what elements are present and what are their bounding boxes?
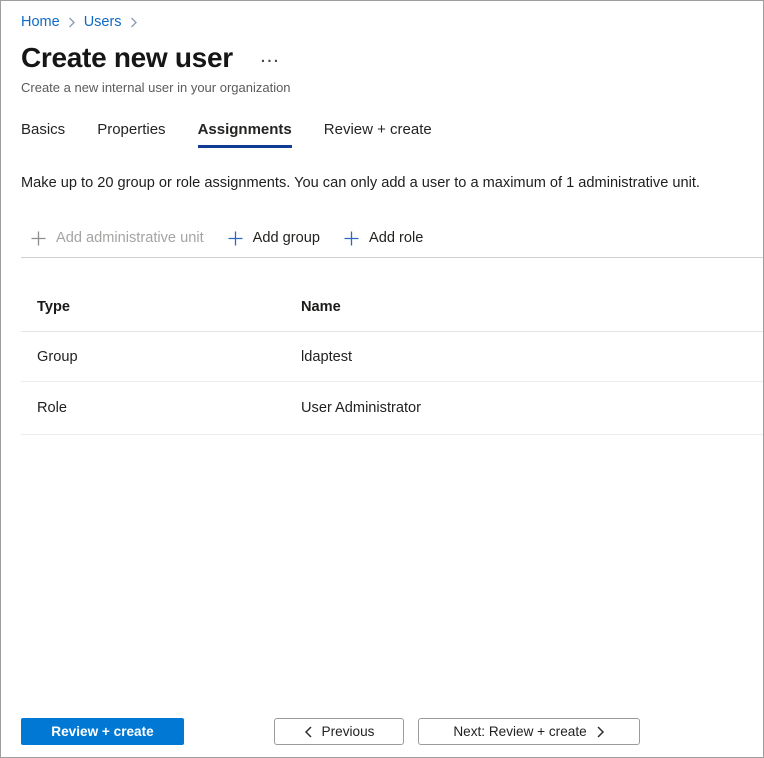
cell-type: Group [37, 348, 78, 365]
add-group-button[interactable]: Add group [228, 230, 320, 246]
column-header-type: Type [37, 299, 70, 316]
more-options-button[interactable]: ··· [261, 54, 281, 69]
chevron-right-icon [130, 17, 138, 28]
ellipsis-icon: ··· [260, 52, 281, 70]
add-role-button[interactable]: Add role [344, 230, 423, 246]
column-header-name: Name [301, 299, 341, 316]
breadcrumb-link-home[interactable]: Home [21, 14, 60, 30]
cell-name: ldaptest [301, 348, 353, 365]
tab-basics[interactable]: Basics [21, 121, 65, 148]
create-new-user-blade: Home Users Create new user ··· Create a … [0, 0, 764, 758]
table-row[interactable]: Role User Administrator [21, 382, 763, 436]
assignments-table: Type Name Group ldaptest Role User Admin… [21, 283, 763, 436]
toolbar-item-label: Add group [252, 230, 320, 247]
breadcrumb: Home Users [21, 14, 763, 30]
assignments-toolbar: Add administrative unit Add group Add ro… [21, 230, 763, 259]
table-row[interactable]: Group ldaptest [21, 332, 763, 383]
previous-button-label: Previous [321, 724, 375, 739]
cell-name: User Administrator [301, 400, 422, 417]
toolbar-item-label: Add role [369, 230, 424, 247]
page-title: Create new user [21, 42, 233, 73]
page-subtitle: Create a new internal user in your organ… [21, 80, 291, 96]
add-administrative-unit-button: Add administrative unit [31, 230, 204, 246]
assignments-description: Make up to 20 group or role assignments.… [21, 175, 700, 192]
review-create-button[interactable]: Review + create [21, 718, 184, 745]
chevron-right-icon [596, 725, 605, 738]
plus-icon [344, 231, 359, 246]
cell-type: Role [37, 400, 68, 417]
plus-icon [228, 231, 243, 246]
chevron-left-icon [304, 725, 313, 738]
table-header-row: Type Name [21, 283, 763, 333]
plus-icon [31, 231, 46, 246]
next-button-label: Next: Review + create [453, 724, 587, 739]
tab-bar: Basics Properties Assignments Review + c… [21, 121, 763, 149]
tab-review-create[interactable]: Review + create [324, 121, 432, 148]
previous-button[interactable]: Previous [274, 718, 404, 745]
breadcrumb-link-users[interactable]: Users [84, 14, 122, 30]
next-review-create-button[interactable]: Next: Review + create [418, 718, 640, 745]
chevron-right-icon [68, 17, 76, 28]
toolbar-item-label: Add administrative unit [56, 230, 204, 247]
review-create-button-label: Review + create [51, 724, 154, 739]
title-row: Create new user ··· [21, 42, 763, 74]
tab-assignments[interactable]: Assignments [197, 121, 292, 149]
tab-properties[interactable]: Properties [97, 121, 165, 148]
